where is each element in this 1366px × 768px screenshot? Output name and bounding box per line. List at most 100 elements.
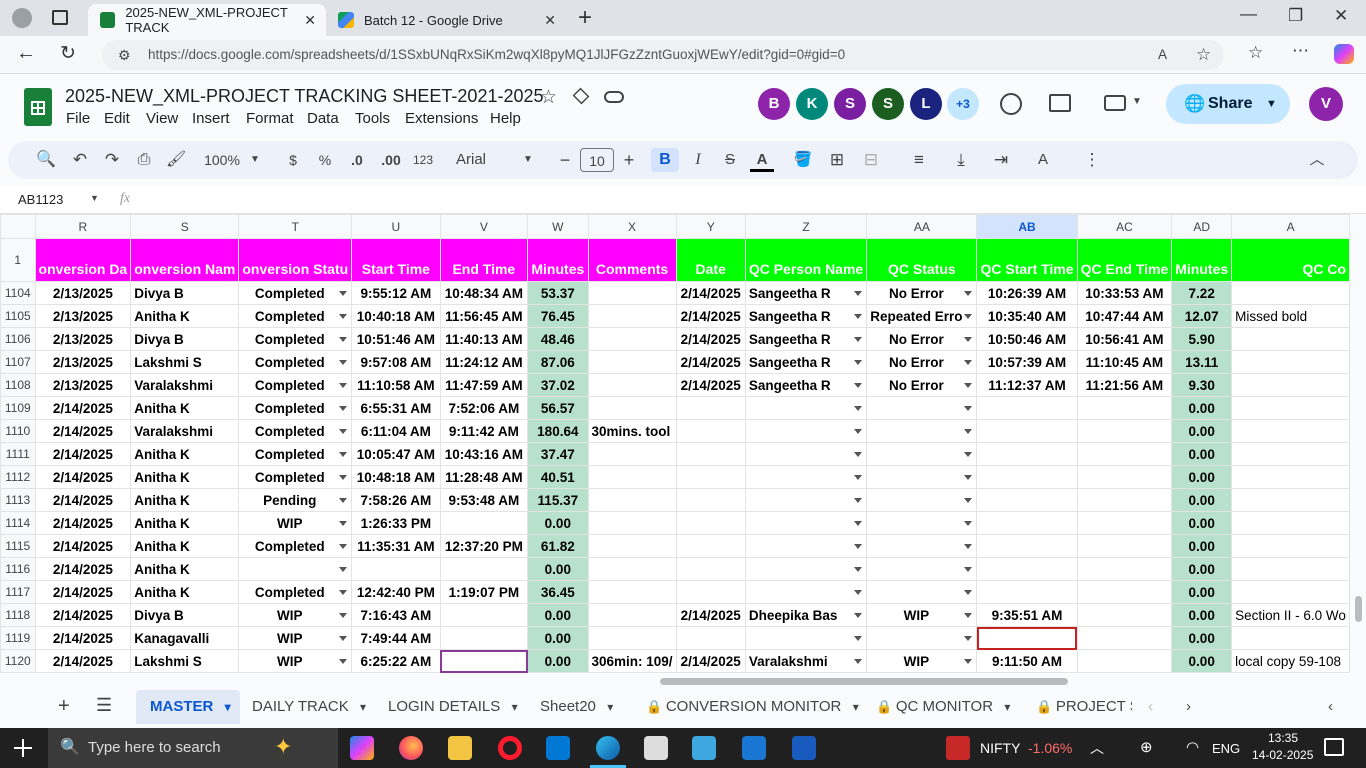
decrease-font-size-icon[interactable]: − <box>556 148 574 172</box>
table-cell[interactable]: Sangeetha R <box>744 373 868 397</box>
column-header[interactable]: X <box>587 214 677 239</box>
table-cell[interactable] <box>675 442 746 466</box>
table-cell[interactable] <box>675 488 746 512</box>
table-cell[interactable] <box>976 488 1078 512</box>
table-cell[interactable] <box>1076 396 1173 420</box>
row-number[interactable]: 1113 <box>0 488 36 512</box>
column-header[interactable]: A <box>1231 214 1350 239</box>
table-cell[interactable]: 0.00 <box>1171 488 1233 512</box>
sheet-tab-menu-icon[interactable]: ▾ <box>221 700 231 714</box>
table-cell[interactable] <box>1076 603 1173 627</box>
user-avatar[interactable]: V <box>1309 87 1343 121</box>
vertical-scrollbar[interactable] <box>1351 214 1366 674</box>
stock-name[interactable]: NIFTY <box>980 740 1020 756</box>
table-cell[interactable]: WIP <box>238 649 353 673</box>
menu-insert[interactable]: Insert <box>192 110 230 127</box>
table-cell[interactable]: 9:53:48 AM <box>439 488 529 512</box>
decrease-decimal-button[interactable]: .0 <box>346 148 368 172</box>
column-header[interactable]: W <box>527 214 589 239</box>
favorites-icon[interactable]: ☆ <box>1248 43 1263 63</box>
table-cell[interactable] <box>1076 626 1173 650</box>
table-cell[interactable]: Section II - 6.0 Wo <box>1231 603 1350 627</box>
column-header[interactable]: Y <box>675 214 746 239</box>
table-cell[interactable] <box>1076 649 1173 673</box>
row-number[interactable]: 1115 <box>0 534 36 558</box>
column-header[interactable]: AB <box>976 214 1078 239</box>
table-cell[interactable] <box>866 557 978 581</box>
table-cell[interactable]: WIP <box>866 649 978 673</box>
collaborator-avatar[interactable]: B <box>758 88 790 120</box>
table-cell[interactable]: WIP <box>238 511 353 535</box>
table-cell[interactable] <box>976 419 1078 443</box>
row-number[interactable]: 1116 <box>0 557 36 581</box>
table-cell[interactable]: Completed <box>238 373 353 397</box>
table-cell[interactable]: 10:51:46 AM <box>351 327 441 351</box>
more-toolbar-icon[interactable]: ⋮ <box>1082 148 1102 172</box>
formula-input[interactable] <box>150 191 1350 209</box>
table-cell[interactable]: 10:35:40 AM <box>976 304 1078 328</box>
table-cell[interactable]: 0.00 <box>527 511 589 535</box>
table-cell[interactable]: 56.57 <box>527 396 589 420</box>
font-select[interactable]: Arial <box>456 148 506 172</box>
sheet-tab[interactable]: 🔒 CONVERSION MONITOR ▾ <box>646 698 859 715</box>
table-cell[interactable]: 1:19:07 PM <box>439 580 529 604</box>
table-cell[interactable] <box>976 465 1078 489</box>
increase-decimal-button[interactable]: .00 <box>378 148 404 172</box>
table-cell[interactable]: 115.37 <box>527 488 589 512</box>
copilot-taskbar-icon[interactable] <box>350 736 374 760</box>
table-cell[interactable]: Anitha K <box>130 488 240 512</box>
text-rotation-icon[interactable]: A <box>1032 148 1054 172</box>
table-cell[interactable] <box>587 442 677 466</box>
table-cell[interactable] <box>587 396 677 420</box>
table-cell[interactable]: Sangeetha R <box>744 327 868 351</box>
column-header[interactable]: T <box>238 214 353 239</box>
table-cell[interactable] <box>866 534 978 558</box>
table-cell[interactable]: 12:42:40 PM <box>351 580 441 604</box>
table-cell[interactable]: 9:11:50 AM <box>976 649 1078 673</box>
table-cell[interactable]: WIP <box>238 626 353 650</box>
table-cell[interactable] <box>351 557 441 581</box>
table-cell[interactable] <box>587 511 677 535</box>
table-cell[interactable]: 0.00 <box>1171 534 1233 558</box>
sheet-tab[interactable]: DAILY TRACK ▾ <box>252 698 366 715</box>
table-cell[interactable]: 2/14/2025 <box>34 626 132 650</box>
table-cell[interactable]: 10:50:46 AM <box>976 327 1078 351</box>
table-cell[interactable] <box>1231 350 1350 374</box>
table-cell[interactable] <box>744 396 868 420</box>
table-cell[interactable]: 2/14/2025 <box>34 580 132 604</box>
table-cell[interactable] <box>1231 419 1350 443</box>
menu-view[interactable]: View <box>146 110 178 127</box>
table-cell[interactable]: 10:43:16 AM <box>439 442 529 466</box>
table-cell[interactable]: Varalakshmi <box>130 419 240 443</box>
column-header[interactable]: R <box>34 214 132 239</box>
table-cell[interactable]: Divya B <box>130 603 240 627</box>
scroll-tabs-left-icon[interactable]: ‹ <box>1148 698 1153 715</box>
header-cell[interactable]: onversion Da <box>34 238 132 282</box>
horizontal-scrollbar[interactable] <box>0 674 1366 688</box>
table-cell[interactable]: 2/14/2025 <box>34 603 132 627</box>
row-number[interactable]: 1118 <box>0 603 36 627</box>
table-cell[interactable]: 6:55:31 AM <box>351 396 441 420</box>
wifi-icon[interactable]: ◠ <box>1186 738 1199 756</box>
sheet-tab[interactable]: LOGIN DETAILS ▾ <box>388 698 518 715</box>
table-cell[interactable]: 180.64 <box>527 419 589 443</box>
back-icon[interactable]: ← <box>16 42 36 65</box>
sheet-tab-menu-icon[interactable]: ▾ <box>604 700 613 714</box>
table-cell[interactable]: Varalakshmi <box>130 373 240 397</box>
header-cell[interactable]: End Time <box>439 238 529 282</box>
sheet-tab-menu-icon[interactable]: ▾ <box>508 700 518 714</box>
table-cell[interactable]: local copy 59-108 <box>1231 649 1350 673</box>
table-cell[interactable] <box>587 350 677 374</box>
more-collaborators[interactable]: +3 <box>947 88 979 120</box>
table-cell[interactable]: No Error <box>866 327 978 351</box>
table-cell[interactable]: 11:24:12 AM <box>439 350 529 374</box>
table-cell[interactable]: Divya B <box>130 327 240 351</box>
search-menus-icon[interactable]: 🔍 <box>36 148 56 172</box>
table-cell[interactable]: 2/14/2025 <box>34 557 132 581</box>
table-cell[interactable]: 0.00 <box>1171 626 1233 650</box>
table-cell[interactable]: 11:35:31 AM <box>351 534 441 558</box>
app-icon-photo[interactable] <box>644 736 668 760</box>
table-cell[interactable] <box>866 488 978 512</box>
table-cell[interactable]: 7.22 <box>1171 281 1233 305</box>
table-cell[interactable]: Dheepika Bas <box>744 603 868 627</box>
